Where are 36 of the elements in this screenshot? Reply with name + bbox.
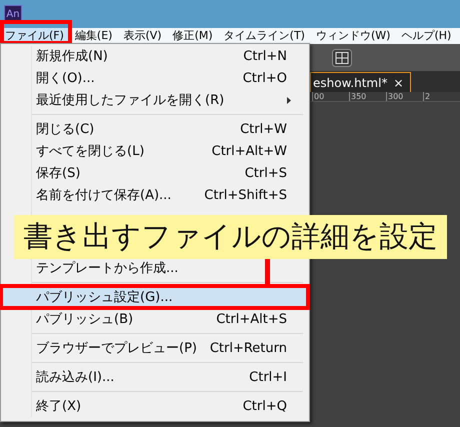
- shortcut-text: Ctrl+Return: [210, 340, 287, 356]
- menu-item[interactable]: 開く(O)... Ctrl+O: [1, 67, 307, 89]
- menu-bar-item[interactable]: ヘルプ(H): [397, 28, 456, 44]
- menu-bar-item[interactable]: タイムライン(T): [220, 28, 309, 44]
- menu-item[interactable]: すべてを閉じる(L) Ctrl+Alt+W: [1, 140, 307, 162]
- grid-icon[interactable]: [332, 48, 352, 66]
- shortcut-text: Ctrl+Shift+S: [204, 188, 287, 202]
- shortcut-text: Ctrl+S: [244, 166, 287, 180]
- menu-item[interactable]: 最近使用したファイルを開く(R): [1, 89, 307, 111]
- ruler-label: 350: [349, 92, 386, 101]
- shortcut-text: Ctrl+Alt+S: [216, 312, 287, 326]
- menu-item[interactable]: パブリッシュ(B) Ctrl+Alt+S: [1, 308, 307, 330]
- menu-bar-item[interactable]: 編集(E): [70, 28, 116, 44]
- submenu-arrow-icon: [287, 96, 291, 104]
- menu-bar-item[interactable]: 修正(M): [168, 28, 217, 44]
- shortcut-text: Ctrl+Alt+W: [212, 144, 287, 158]
- shortcut-text: Ctrl+O: [242, 70, 287, 86]
- document-tab[interactable]: eshow.html* ×: [310, 72, 411, 92]
- menu-item[interactable]: テンプレートから作成...: [1, 257, 307, 279]
- menu-item[interactable]: 保存(S) Ctrl+S: [1, 162, 307, 184]
- menu-bar-item[interactable]: 表示(V): [119, 28, 166, 44]
- close-icon[interactable]: ×: [393, 76, 404, 90]
- menu-item[interactable]: 名前を付けて保存(A)... Ctrl+Shift+S: [1, 184, 307, 206]
- ruler-label: 00: [312, 92, 349, 101]
- shortcut-text: Ctrl+N: [243, 48, 287, 64]
- menu-item[interactable]: ブラウザーでプレビュー(P) Ctrl+Return: [1, 337, 307, 359]
- menu-bar-item[interactable]: ウィンドウ(W): [312, 28, 394, 44]
- menu-item[interactable]: 閉じる(C) Ctrl+W: [1, 118, 307, 140]
- callout-text: 書き出すファイルの詳細を設定: [14, 215, 447, 259]
- shortcut-text: Ctrl+W: [240, 122, 287, 136]
- ruler-label: 2: [423, 92, 460, 101]
- shortcut-text: Ctrl+I: [249, 370, 287, 384]
- ruler-label: 300: [386, 92, 423, 101]
- menu-item[interactable]: 読み込み(I)... Ctrl+I: [1, 366, 307, 388]
- shortcut-text: Ctrl+Q: [242, 398, 287, 414]
- menu-item[interactable]: 終了(X) Ctrl+Q: [1, 395, 307, 417]
